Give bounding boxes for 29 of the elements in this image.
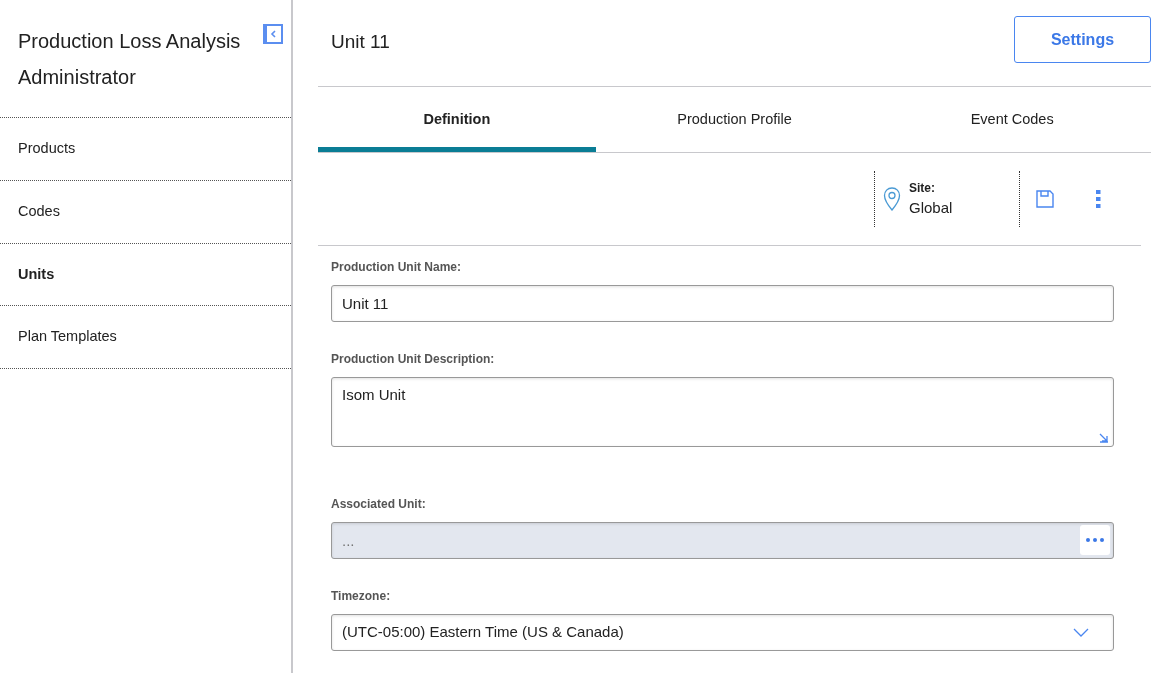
chevron-down-icon — [1073, 627, 1089, 637]
more-options-icon[interactable] — [1096, 189, 1101, 208]
site-value: Global — [909, 197, 954, 218]
field-label: Timezone: — [331, 587, 392, 605]
field-label: Production Unit Description: — [331, 350, 496, 368]
dropdown-value: (UTC-05:00) Eastern Time (US & Canada) — [342, 622, 624, 642]
sidebar-item[interactable]: Plan Templates — [0, 305, 291, 368]
save-icon[interactable] — [1036, 189, 1054, 208]
timezone-dropdown[interactable]: (UTC-05:00) Eastern Time (US & Canada) — [331, 613, 1114, 651]
collapse-button[interactable] — [263, 24, 283, 44]
browse-button[interactable] — [1080, 524, 1110, 555]
sidebar-item[interactable]: Products — [0, 117, 291, 180]
tab[interactable]: Definition — [318, 95, 596, 152]
site-label: Site: — [909, 179, 936, 197]
description-field[interactable]: Isom Unit — [331, 376, 1114, 447]
field-label: Associated Unit: — [331, 495, 427, 513]
location-pin-icon — [883, 186, 901, 211]
resize-handle-icon[interactable] — [1099, 432, 1109, 443]
ellipsis-icon — [1086, 537, 1104, 542]
sidebar-title: Production Loss Analysis Administrator — [17, 29, 242, 90]
sidebar-item[interactable]: Codes — [0, 179, 291, 243]
field-label: Production Unit Name: — [331, 258, 462, 276]
tab[interactable]: Event Codes — [873, 95, 1151, 152]
tab[interactable]: Production Profile — [595, 95, 874, 152]
sidebar-item[interactable]: Units — [0, 242, 291, 306]
settings-button[interactable]: Settings — [1014, 16, 1151, 63]
chevron-left-icon — [270, 30, 278, 38]
unit-name-field[interactable]: Unit 11 — [331, 284, 1114, 322]
page-title: Unit 11 — [330, 30, 390, 54]
